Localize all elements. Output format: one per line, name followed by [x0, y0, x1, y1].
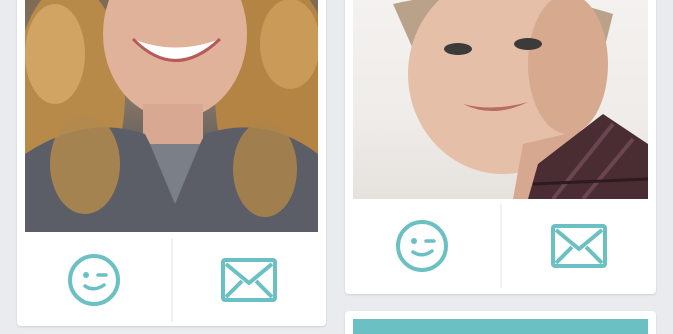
profile-actions	[17, 238, 326, 322]
profile-photo[interactable]	[353, 0, 648, 199]
envelope-icon	[550, 223, 608, 269]
message-button[interactable]	[170, 238, 327, 322]
profile-card-2	[345, 0, 656, 294]
smiley-wink-icon	[66, 252, 122, 308]
smiley-wink-icon	[394, 218, 450, 274]
wink-button[interactable]	[17, 238, 171, 322]
next-card-header	[345, 311, 656, 334]
profile-actions	[345, 204, 656, 288]
wink-button[interactable]	[345, 204, 500, 288]
profile-photo[interactable]	[25, 0, 318, 232]
profile-photo-image	[393, 0, 648, 199]
next-card-banner[interactable]	[353, 319, 648, 334]
profile-photo-image	[25, 0, 318, 232]
message-button[interactable]	[499, 204, 657, 288]
envelope-icon	[220, 257, 278, 303]
profile-card-1	[17, 0, 326, 326]
profile-grid	[0, 0, 673, 334]
